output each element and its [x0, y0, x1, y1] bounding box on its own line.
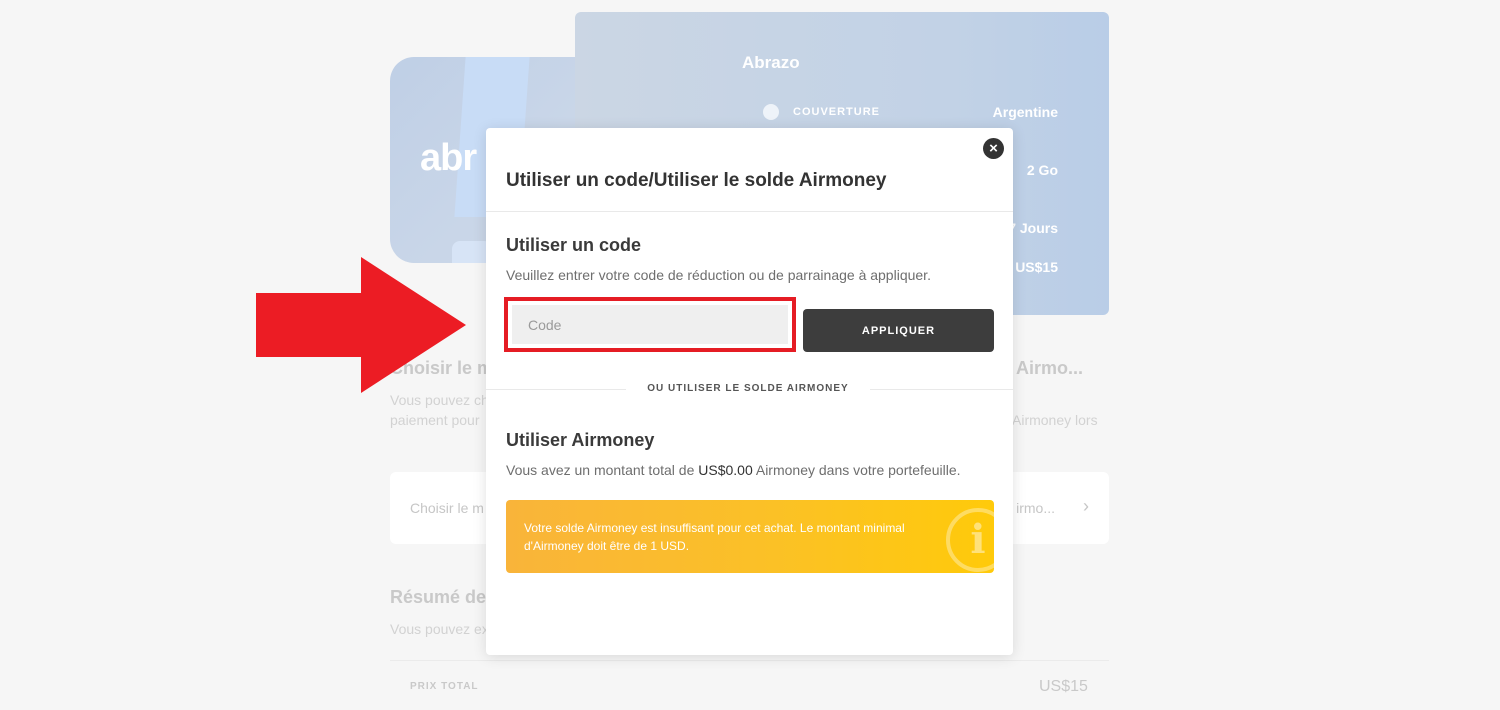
summary-title: Résumé de — [390, 587, 487, 607]
airmoney-desc-after: Airmoney dans votre portefeuille. — [752, 462, 961, 478]
summary-desc: Vous pouvez ex — [390, 621, 489, 637]
payment-desc-line1: Vous pouvez ch — [390, 392, 489, 408]
code-section-title: Utiliser un code — [506, 235, 642, 255]
total-price-label: PRIX TOTAL — [410, 681, 479, 692]
or-use-airmoney-label: OU UTILISER LE SOLDE AIRMONEY — [647, 383, 849, 394]
red-arrow-annotation — [256, 257, 466, 393]
airmoney-balance-amount: US$0.00 — [698, 462, 753, 478]
card-logo: abr — [420, 137, 477, 179]
code-input-highlight — [504, 297, 796, 352]
info-row-label: COUVERTURE — [793, 106, 881, 118]
code-input[interactable] — [512, 305, 788, 344]
info-icon: i — [946, 508, 994, 572]
info-row-value: 2 Go — [1026, 162, 1058, 178]
divider — [390, 660, 1109, 661]
chevron-right-icon: › — [1083, 496, 1089, 516]
divider — [486, 211, 1013, 212]
payment-desc-right: Airmoney lors — [1012, 412, 1098, 428]
payment-desc-line2: paiement pour — [390, 412, 480, 428]
insufficient-balance-alert: Votre solde Airmoney est insuffisant pou… — [506, 500, 994, 573]
code-section-description: Veuillez entrer votre code de réduction … — [506, 267, 931, 283]
payment-section-title-right: Airmo... — [1016, 358, 1084, 378]
payment-method-airmoney: irmo... — [1016, 500, 1055, 516]
apply-button[interactable]: APPLIQUER — [803, 309, 994, 352]
airmoney-balance-text: Vous avez un montant total de US$0.00 Ai… — [506, 462, 961, 478]
modal-title: Utiliser un code/Utiliser le solde Airmo… — [506, 170, 887, 191]
alert-message: Votre solde Airmoney est insuffisant pou… — [524, 521, 905, 553]
divider — [870, 389, 1013, 390]
airmoney-desc-before: Vous avez un montant total de — [506, 462, 699, 478]
airmoney-section-title: Utiliser Airmoney — [506, 430, 655, 450]
code-airmoney-modal: × Utiliser un code/Utiliser le solde Air… — [486, 128, 1013, 655]
globe-icon — [763, 104, 779, 120]
divider — [486, 389, 626, 390]
info-row-value: US$15 — [1015, 259, 1058, 275]
payment-method-label: Choisir le m — [410, 500, 484, 516]
close-icon[interactable]: × — [983, 138, 1004, 159]
total-price-value: US$15 — [1039, 678, 1088, 695]
plan-name: Abrazo — [742, 53, 800, 72]
info-row-value: 7 Jours — [1008, 220, 1058, 236]
info-row-value: Argentine — [992, 104, 1058, 120]
